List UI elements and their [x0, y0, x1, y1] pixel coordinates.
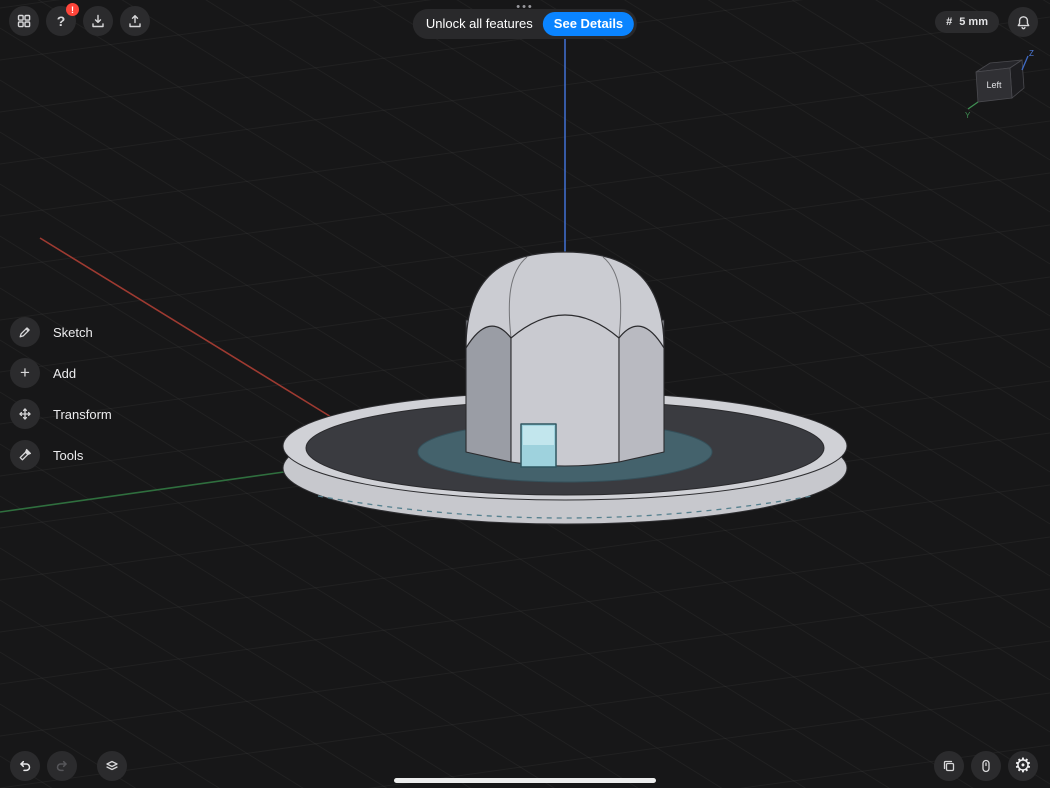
transform-button[interactable]: [10, 399, 40, 429]
tools-tool[interactable]: Tools: [10, 440, 112, 470]
plus-icon: +: [20, 364, 30, 381]
question-icon: ?: [57, 14, 66, 28]
import-button[interactable]: [83, 6, 113, 36]
export-button[interactable]: [120, 6, 150, 36]
tools-button[interactable]: [10, 440, 40, 470]
sketch-button[interactable]: [10, 317, 40, 347]
dome-building[interactable]: [466, 252, 664, 467]
see-details-button[interactable]: See Details: [543, 12, 634, 36]
promo-text: Unlock all features: [426, 16, 533, 31]
help-button[interactable]: ? !: [46, 6, 76, 36]
left-toolbar: Sketch + Add Transform Tools: [10, 317, 112, 481]
doorway[interactable]: [521, 424, 556, 467]
apps-button[interactable]: [9, 6, 39, 36]
grid-lines: [0, 0, 1050, 788]
top-right-toolbar: # 5 mm: [935, 7, 1038, 37]
ground-grid: [0, 0, 1050, 788]
bottom-left-toolbar: [10, 751, 127, 781]
notifications-button[interactable]: [1008, 7, 1038, 37]
top-left-toolbar: ? !: [9, 6, 150, 36]
mouse-icon: [978, 758, 994, 774]
export-icon: [127, 13, 143, 29]
teal-inlay: [418, 422, 712, 482]
tools-label: Tools: [53, 448, 83, 463]
redo-icon: [54, 758, 70, 774]
settings-button[interactable]: ⚙: [1008, 751, 1038, 781]
mouse-button[interactable]: [971, 751, 1001, 781]
gear-icon: ⚙: [1014, 756, 1032, 776]
undo-button[interactable]: [10, 751, 40, 781]
cube-face-label: Left: [986, 80, 1002, 90]
selection-dashed-edge: [318, 496, 812, 518]
import-icon: [90, 13, 106, 29]
bottom-right-toolbar: ⚙: [934, 751, 1038, 781]
library-button[interactable]: [934, 751, 964, 781]
layers-button[interactable]: [97, 751, 127, 781]
model-canvas: [0, 0, 1050, 788]
cube-y-label: Y: [965, 111, 971, 120]
add-label: Add: [53, 366, 76, 381]
transform-tool[interactable]: Transform: [10, 399, 112, 429]
grid-size-value: 5 mm: [959, 16, 988, 28]
transform-icon: [17, 406, 33, 422]
undo-icon: [17, 758, 33, 774]
sketch-tool[interactable]: Sketch: [10, 317, 112, 347]
pencil-icon: [17, 324, 33, 340]
view-cube[interactable]: Left Z Y: [964, 46, 1036, 122]
viewport-3d[interactable]: [0, 0, 1050, 788]
grid-icon: [16, 13, 32, 29]
base-plate[interactable]: [283, 392, 847, 524]
grid-glyph: #: [946, 16, 952, 28]
grid-size-button[interactable]: # 5 mm: [935, 11, 999, 33]
cube-z-label: Z: [1029, 49, 1034, 58]
toolbar-spacer: [84, 751, 90, 781]
layers-icon: [104, 758, 120, 774]
sketch-label: Sketch: [53, 325, 93, 340]
home-indicator[interactable]: [394, 778, 656, 783]
copy-icon: [941, 758, 957, 774]
transform-label: Transform: [53, 407, 112, 422]
add-tool[interactable]: + Add: [10, 358, 112, 388]
bell-icon: [1015, 14, 1032, 31]
tools-icon: [17, 447, 33, 463]
redo-button[interactable]: [47, 751, 77, 781]
notification-badge: !: [66, 3, 79, 16]
add-button[interactable]: +: [10, 358, 40, 388]
promo-banner: Unlock all features See Details: [413, 9, 637, 39]
